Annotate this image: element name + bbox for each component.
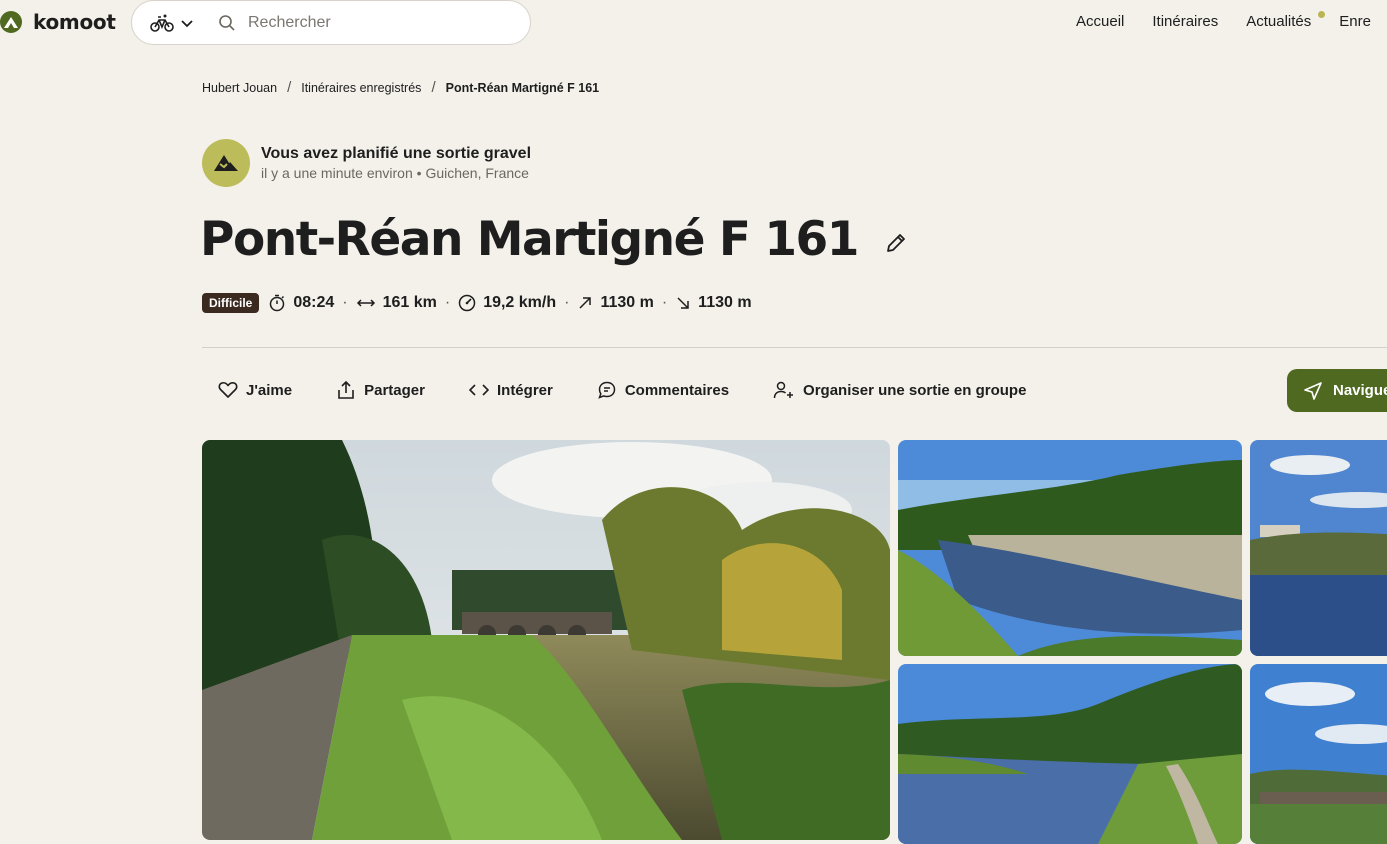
speedometer-icon bbox=[458, 294, 476, 312]
code-icon bbox=[468, 384, 489, 396]
share-button[interactable]: Partager bbox=[336, 380, 425, 400]
notification-dot bbox=[1318, 11, 1326, 18]
search-input[interactable] bbox=[248, 13, 508, 32]
activity-meta: il y a une minute environ • Guichen, Fra… bbox=[261, 165, 529, 181]
nav-home[interactable]: Accueil bbox=[1076, 13, 1124, 30]
activity-time: il y a une minute environ bbox=[261, 165, 413, 181]
title-row: Pont-Réan Martigné F 161 bbox=[200, 212, 908, 267]
stat-duration: 08:24 bbox=[268, 294, 334, 312]
like-button[interactable]: J'aime bbox=[218, 381, 292, 399]
arrow-down-right-icon bbox=[677, 297, 689, 309]
activity-location: Guichen, France bbox=[425, 165, 529, 181]
distance-value: 161 km bbox=[382, 294, 437, 311]
tour-photo-4[interactable] bbox=[898, 664, 1242, 844]
stat-speed: 19,2 km/h bbox=[458, 294, 556, 312]
stopwatch-icon bbox=[270, 294, 285, 312]
stat-separator: · bbox=[444, 294, 451, 311]
top-bar: komoot Accueil Itinéraires Actualités En… bbox=[0, 0, 1387, 46]
like-label: J'aime bbox=[246, 381, 293, 399]
comments-button[interactable]: Commentaires bbox=[597, 380, 729, 400]
chevron-down-icon bbox=[181, 19, 193, 27]
bike-icon bbox=[150, 14, 174, 32]
comments-label: Commentaires bbox=[624, 381, 730, 399]
embed-button[interactable]: Intégrer bbox=[468, 381, 553, 399]
breadcrumb-current: Pont-Réan Martigné F 161 bbox=[445, 80, 600, 95]
breadcrumb-user[interactable]: Hubert Jouan bbox=[202, 81, 277, 95]
difficulty-badge: Difficile bbox=[202, 293, 260, 313]
tour-photo-3[interactable] bbox=[1250, 440, 1387, 656]
speed-value: 19,2 km/h bbox=[483, 294, 557, 311]
activity-title: Vous avez planifié une sortie gravel bbox=[261, 145, 532, 162]
comment-icon bbox=[598, 381, 616, 399]
activity-header: Vous avez planifié une sortie gravel il … bbox=[202, 139, 531, 187]
navigate-button[interactable]: Navigue bbox=[1287, 369, 1387, 412]
komoot-logo[interactable]: komoot bbox=[0, 8, 116, 36]
stat-separator: · bbox=[661, 294, 668, 311]
sport-selector[interactable] bbox=[132, 1, 212, 44]
tour-stats: Difficile 08:24 · 161 km · 19,2 km/h · 1… bbox=[202, 293, 752, 313]
tour-title: Pont-Réan Martigné F 161 bbox=[200, 212, 859, 267]
share-icon bbox=[338, 380, 354, 399]
navigate-label: Navigue bbox=[1333, 382, 1387, 399]
ascent-value: 1130 m bbox=[600, 294, 654, 311]
nav-record[interactable]: Enre bbox=[1339, 13, 1371, 30]
group-ride-button[interactable]: Organiser une sortie en groupe bbox=[773, 380, 1026, 400]
descent-value: 1130 m bbox=[698, 294, 752, 311]
group-ride-label: Organiser une sortie en groupe bbox=[803, 381, 1027, 399]
distance-arrows-icon bbox=[356, 299, 375, 307]
duration-value: 08:24 bbox=[293, 294, 335, 311]
pencil-icon[interactable] bbox=[884, 231, 908, 255]
breadcrumb-separator: / bbox=[431, 79, 436, 96]
divider bbox=[202, 347, 1387, 348]
breadcrumb-separator: / bbox=[287, 79, 292, 96]
share-label: Partager bbox=[364, 381, 425, 399]
main-nav: Accueil Itinéraires Actualités Enre bbox=[1076, 11, 1387, 30]
tour-photo-2[interactable] bbox=[898, 440, 1242, 656]
add-user-icon bbox=[773, 381, 794, 399]
stat-descent: 1130 m bbox=[675, 294, 752, 312]
tour-photo-5[interactable] bbox=[1250, 664, 1387, 844]
komoot-logo-icon bbox=[0, 11, 22, 33]
search-icon bbox=[219, 14, 235, 31]
arrow-up-right-icon bbox=[579, 297, 592, 309]
breadcrumb: Hubert Jouan / Itinéraires enregistrés /… bbox=[202, 79, 599, 96]
stat-ascent: 1130 m bbox=[577, 294, 654, 312]
stat-separator: · bbox=[564, 294, 570, 311]
search-bar bbox=[131, 0, 531, 45]
nav-news-label: Actualités bbox=[1246, 13, 1312, 30]
navigation-arrow-icon bbox=[1304, 381, 1322, 400]
tour-photo-main[interactable] bbox=[202, 440, 890, 840]
breadcrumb-section[interactable]: Itinéraires enregistrés bbox=[301, 81, 421, 95]
mountain-icon bbox=[214, 155, 238, 171]
nav-news[interactable]: Actualités bbox=[1246, 11, 1326, 30]
gravel-sport-avatar bbox=[202, 139, 250, 187]
stat-distance: 161 km bbox=[356, 294, 437, 312]
embed-label: Intégrer bbox=[496, 381, 553, 399]
action-bar: J'aime Partager Intégrer Commentaires Or… bbox=[218, 380, 1070, 400]
heart-icon bbox=[218, 381, 238, 398]
nav-routes[interactable]: Itinéraires bbox=[1152, 13, 1218, 30]
brand-name: komoot bbox=[33, 10, 116, 34]
stat-separator: · bbox=[342, 294, 348, 311]
